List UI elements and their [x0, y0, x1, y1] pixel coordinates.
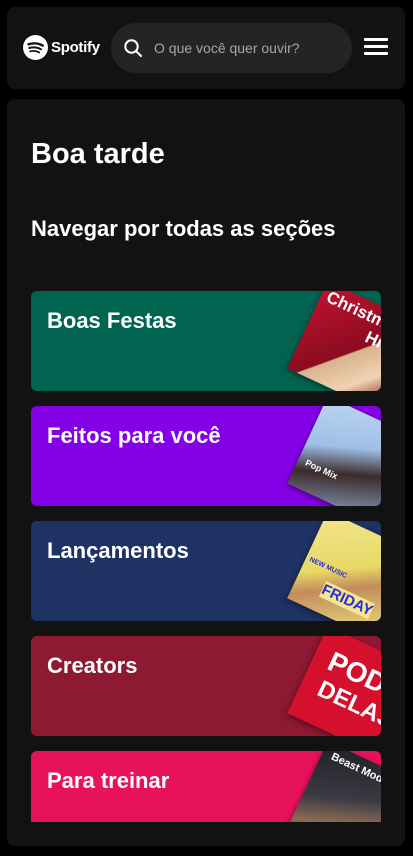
- section-title: Navegar por todas as seções: [31, 216, 336, 241]
- card-cover-image: Beast Mode: [287, 751, 381, 822]
- greeting: Boa tarde: [31, 138, 165, 170]
- category-card-lancamentos[interactable]: Lançamentos NEW MUSIC FRIDAY: [31, 521, 381, 621]
- menu-icon[interactable]: [364, 38, 388, 58]
- spotify-logo-icon: [23, 35, 48, 60]
- card-cover-image: Pop Mix: [287, 406, 381, 506]
- card-label: Para treinar: [47, 768, 170, 793]
- card-cover-image: NEW MUSIC FRIDAY: [287, 521, 381, 621]
- top-bar: Spotify: [7, 7, 405, 89]
- category-card-para-treinar[interactable]: Para treinar Beast Mode: [31, 751, 381, 822]
- category-list: Boas Festas Christmas Hits Feitos para v…: [31, 291, 381, 822]
- category-card-feitos-para-voce[interactable]: Feitos para você Pop Mix: [31, 406, 381, 506]
- search-bar[interactable]: [111, 23, 352, 73]
- card-label: Boas Festas: [47, 308, 177, 333]
- search-icon: [124, 39, 142, 57]
- category-card-boas-festas[interactable]: Boas Festas Christmas Hits: [31, 291, 381, 391]
- browse-panel: Boa tarde Navegar por todas as seções Bo…: [7, 99, 405, 846]
- card-label: Creators: [47, 653, 138, 678]
- spotify-logo[interactable]: Spotify: [23, 35, 100, 60]
- card-cover-image: Christmas Hits: [287, 291, 381, 391]
- card-label: Feitos para você: [47, 423, 221, 448]
- category-card-creators[interactable]: Creators POD DELAS: [31, 636, 381, 736]
- card-cover-image: POD DELAS: [287, 636, 381, 736]
- card-label: Lançamentos: [47, 538, 189, 563]
- search-input[interactable]: [152, 39, 346, 57]
- brand-name: Spotify: [51, 39, 100, 56]
